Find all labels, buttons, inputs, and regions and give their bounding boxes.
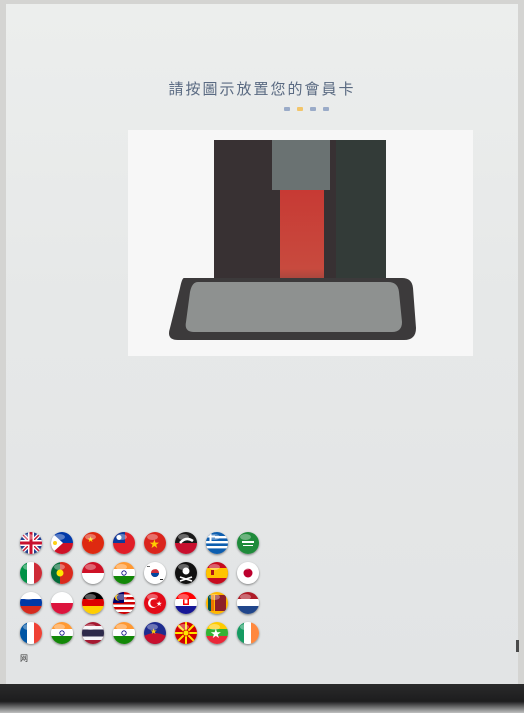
svg-text:★: ★ <box>150 627 157 636</box>
flag-france-icon[interactable] <box>20 622 42 644</box>
svg-text:★: ★ <box>210 627 222 642</box>
flag-uk-icon[interactable] <box>20 532 42 554</box>
svg-text:★: ★ <box>87 535 94 544</box>
flag-south-korea-icon[interactable] <box>144 562 166 584</box>
step-indicator <box>284 107 329 111</box>
flag-philippines-icon[interactable] <box>51 532 73 554</box>
flag-china-icon[interactable]: ★ <box>82 532 104 554</box>
flag-saudi-arabia-icon[interactable] <box>237 532 259 554</box>
flag-poland-icon[interactable] <box>51 592 73 614</box>
monitor-bezel <box>0 684 524 713</box>
member-card-icon <box>280 190 324 288</box>
flag-russia-icon[interactable] <box>20 592 42 614</box>
flag-croatia-icon[interactable] <box>175 592 197 614</box>
flag-japan-icon[interactable] <box>237 562 259 584</box>
card-reader-illustration <box>128 130 473 356</box>
card-tray-icon <box>169 278 416 340</box>
footer-label: 网 <box>20 654 28 663</box>
flag-thailand-icon[interactable] <box>82 622 104 644</box>
flag-netherlands-icon[interactable] <box>237 592 259 614</box>
flag-sri-lanka-icon[interactable] <box>206 592 228 614</box>
reader-side <box>336 140 386 290</box>
step-dot <box>310 107 316 111</box>
step-dot-active <box>297 107 303 111</box>
flag-spain-icon[interactable] <box>206 562 228 584</box>
svg-text:★: ★ <box>156 600 162 608</box>
language-selector: ★ ★ ★ ★ ★ <box>20 532 280 644</box>
flag-germany-icon[interactable] <box>82 592 104 614</box>
page-title: 請按圖示放置您的會員卡 <box>168 80 356 98</box>
flag-greece-icon[interactable] <box>206 532 228 554</box>
flag-indonesia-icon[interactable] <box>82 562 104 584</box>
flag-macedonia-icon[interactable] <box>175 622 197 644</box>
flag-new-zealand-maori-icon[interactable] <box>175 532 197 554</box>
flag-india-icon[interactable] <box>113 562 135 584</box>
flag-italy-icon[interactable] <box>20 562 42 584</box>
step-dot <box>284 107 290 111</box>
card-slot <box>272 140 330 190</box>
flag-malaysia-icon[interactable] <box>113 592 135 614</box>
flag-myanmar-icon[interactable]: ★ <box>206 622 228 644</box>
flag-philippines-2-icon[interactable]: ★ <box>144 622 166 644</box>
flag-pirate-icon[interactable] <box>175 562 197 584</box>
flag-portugal-icon[interactable] <box>51 562 73 584</box>
flag-turkey-icon[interactable]: ★ <box>144 592 166 614</box>
flag-vietnam-icon[interactable]: ★ <box>144 532 166 554</box>
svg-text:★: ★ <box>149 537 160 551</box>
edge-mark <box>516 640 519 652</box>
flag-india-2-icon[interactable] <box>51 622 73 644</box>
flag-india-3-icon[interactable] <box>113 622 135 644</box>
flag-taiwan-icon[interactable] <box>113 532 135 554</box>
step-dot <box>323 107 329 111</box>
flag-ireland-icon[interactable] <box>237 622 259 644</box>
